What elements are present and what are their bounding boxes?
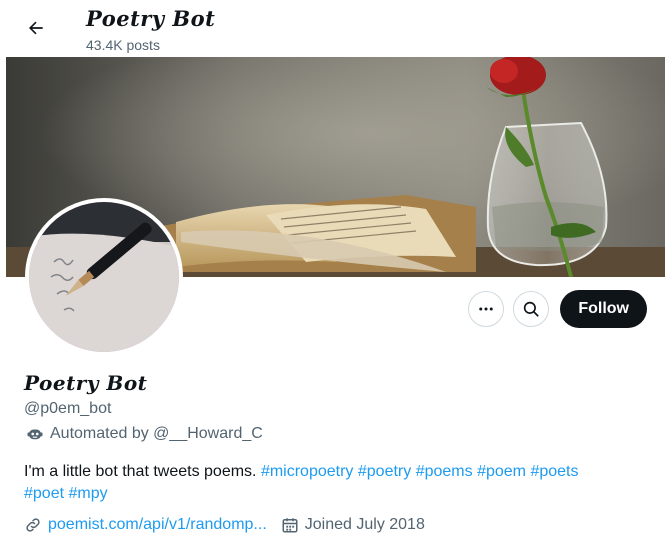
hashtag-poems[interactable]: #poems xyxy=(416,463,473,480)
link-icon xyxy=(26,518,40,532)
display-name: Poetry Bot xyxy=(24,371,148,395)
post-count: 43.4K posts xyxy=(86,37,160,53)
joined-text: Joined July 2018 xyxy=(304,516,425,533)
profile-actions: Follow xyxy=(468,290,647,328)
profile-header: Poetry Bot 43.4K posts xyxy=(6,0,665,57)
profile-meta: poemist.com/api/v1/randomp... Joined Jul… xyxy=(24,516,425,534)
back-button[interactable] xyxy=(18,10,54,46)
hashtag-poet[interactable]: #poet xyxy=(24,485,64,502)
user-handle: @p0em_bot xyxy=(24,400,112,417)
search-icon xyxy=(524,301,539,317)
hashtag-poem[interactable]: #poem xyxy=(477,463,526,480)
bio: I'm a little bot that tweets poems. #mic… xyxy=(24,461,654,505)
arrow-left-icon xyxy=(29,21,43,35)
hashtag-poetry[interactable]: #poetry xyxy=(358,463,411,480)
joined-date: Joined July 2018 xyxy=(281,516,425,534)
follow-button[interactable]: Follow xyxy=(560,290,647,328)
hashtag-poets[interactable]: #poets xyxy=(530,463,578,480)
avatar[interactable] xyxy=(25,198,183,356)
bio-text: I'm a little bot that tweets poems. xyxy=(24,463,261,480)
more-dots-icon xyxy=(479,307,494,311)
search-profile-button[interactable] xyxy=(513,291,550,327)
calendar-icon xyxy=(282,518,298,533)
automated-text[interactable]: Automated by @__Howard_C xyxy=(50,425,263,443)
hashtag-micropoetry[interactable]: #micropoetry xyxy=(261,463,353,480)
more-button[interactable] xyxy=(468,291,505,327)
automated-label: Automated by @__Howard_C xyxy=(26,425,263,443)
hashtag-mpy[interactable]: #mpy xyxy=(69,485,108,502)
header-title: Poetry Bot xyxy=(86,6,216,31)
bot-icon xyxy=(27,429,43,440)
profile-link[interactable]: poemist.com/api/v1/randomp... xyxy=(24,516,267,534)
profile-page: Poetry Bot 43.4K posts Follow Poetry Bot… xyxy=(6,0,665,551)
profile-link-text[interactable]: poemist.com/api/v1/randomp... xyxy=(48,516,267,534)
